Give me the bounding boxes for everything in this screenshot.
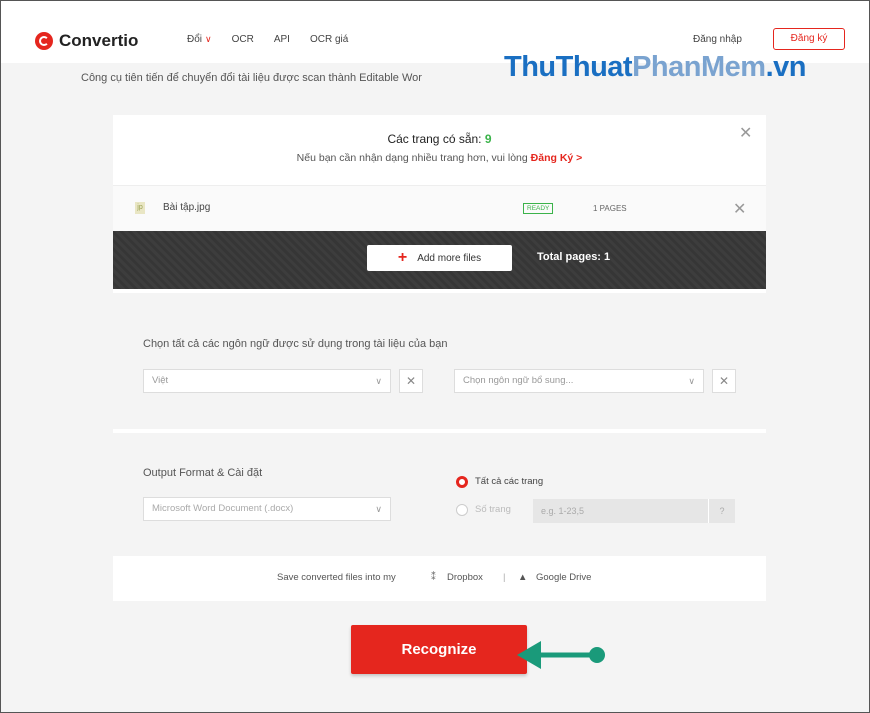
save-destination-row: Save converted files into my ⁑ Dropbox |…	[113, 556, 766, 601]
available-pages-subtitle: Nếu bạn cần nhận dạng nhiều trang hơn, v…	[296, 152, 583, 164]
google-drive-icon: ▲	[518, 572, 528, 583]
output-format-label: Output Format & Cài đặt	[143, 467, 263, 479]
files-toolbar: + Add more files Total pages: 1	[113, 231, 766, 289]
nav-api[interactable]: API	[274, 34, 290, 45]
file-name: Bài tập.jpg	[163, 202, 211, 213]
page-numbers-label: Số trang	[475, 504, 511, 515]
watermark: ThuThuatPhanMem.vn	[504, 51, 806, 83]
nav-convert[interactable]: Đổi ∨	[187, 34, 212, 45]
output-format-select[interactable]: Microsoft Word Document (.docx) ∨	[143, 497, 391, 521]
chevron-down-icon: ∨	[688, 376, 695, 386]
plus-icon: +	[397, 249, 408, 266]
chevron-down-icon: ∨	[375, 376, 382, 386]
arrow-icon	[517, 641, 605, 669]
dropbox-icon: ⁑	[431, 572, 436, 583]
logo-text: Convertio	[59, 31, 139, 50]
app-window: Convertio Đổi ∨ OCR API OCR giá Đăng nhập…	[0, 0, 870, 713]
file-row: jp Bài tập.jpg READY 1 PAGES ✕	[113, 185, 766, 232]
file-icon: jp	[135, 202, 145, 214]
divider	[113, 429, 766, 433]
page-range-input[interactable]: e.g. 1-23,5	[533, 499, 708, 523]
chevron-down-icon: ∨	[375, 504, 382, 514]
add-more-files-button[interactable]: + Add more files	[367, 245, 512, 271]
signup-button[interactable]: Đăng ký	[773, 28, 845, 50]
close-icon[interactable]: ✕	[739, 123, 752, 143]
all-pages-label: Tất cả các trang	[475, 476, 544, 487]
tagline: Công cụ tiên tiến để chuyển đổi tài liệu…	[81, 72, 422, 84]
file-pages: 1 PAGES	[593, 204, 627, 213]
language-label: Chọn tất cả các ngôn ngữ được sử dụng tr…	[143, 338, 448, 350]
remove-file-icon[interactable]: ✕	[733, 199, 746, 219]
converter-card: Các trang có sẵn: 9 Nếu bạn cần nhận dạn…	[113, 115, 766, 601]
google-drive-link[interactable]: Google Drive	[536, 572, 591, 583]
login-link[interactable]: Đăng nhập	[693, 34, 742, 45]
available-pages-title: Các trang có sẵn: 9	[387, 132, 492, 146]
language-secondary-select[interactable]: Chọn ngôn ngữ bổ sung... ∨	[454, 369, 704, 393]
available-pages-panel: Các trang có sẵn: 9 Nếu bạn cần nhận dạn…	[113, 115, 766, 185]
clear-language-button[interactable]: ✕	[399, 369, 423, 393]
radio-page-numbers[interactable]	[456, 504, 468, 516]
clear-secondary-language-button[interactable]: ✕	[712, 369, 736, 393]
language-primary-select[interactable]: Việt ∨	[143, 369, 391, 393]
logo-icon	[35, 32, 53, 50]
logo[interactable]: Convertio	[35, 31, 138, 51]
radio-all-pages[interactable]	[456, 476, 468, 488]
total-pages: Total pages: 1	[537, 251, 611, 263]
dropbox-link[interactable]: Dropbox	[447, 572, 483, 583]
nav-ocr-price[interactable]: OCR giá	[310, 34, 348, 45]
separator: |	[503, 572, 506, 583]
chevron-right-icon: >	[576, 152, 583, 164]
status-badge: READY	[523, 203, 554, 214]
nav-ocr[interactable]: OCR	[232, 34, 254, 45]
chevron-down-icon: ∨	[205, 34, 212, 44]
main-nav: Đổi ∨ OCR API OCR giá	[187, 34, 348, 45]
recognize-button[interactable]: Recognize	[351, 625, 527, 674]
help-icon[interactable]: ?	[708, 499, 735, 523]
signup-link[interactable]: Đăng Ký	[531, 152, 574, 164]
save-text: Save converted files into my	[277, 572, 396, 583]
divider	[113, 289, 766, 293]
